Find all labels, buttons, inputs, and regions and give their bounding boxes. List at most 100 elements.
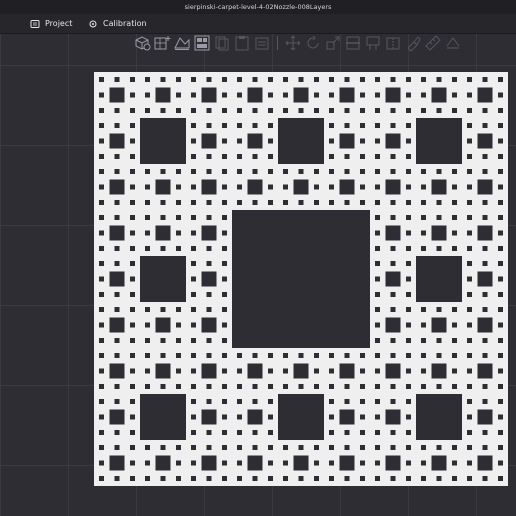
toolbar-divider [277, 36, 278, 50]
carpet-hole [344, 353, 350, 359]
carpet-hole [221, 414, 227, 420]
measure-button[interactable] [424, 34, 442, 52]
carpet-hole [421, 199, 427, 205]
carpet-hole [206, 169, 212, 175]
carpet-hole [390, 123, 396, 129]
carpet-hole [405, 245, 411, 251]
carpet-hole [359, 475, 365, 481]
carpet-hole [145, 199, 151, 205]
carpet-hole [191, 92, 197, 98]
carpet-hole [421, 245, 427, 251]
tab-project[interactable]: Project [30, 14, 72, 33]
move-button[interactable] [284, 34, 302, 52]
carpet-hole [221, 77, 227, 83]
carpet-hole [497, 307, 503, 313]
carpet-hole [329, 445, 335, 451]
carpet-hole [221, 92, 227, 98]
carpet-hole [237, 92, 243, 98]
carpet-hole [329, 153, 335, 159]
carpet-hole [114, 399, 120, 405]
carpet-hole [405, 445, 411, 451]
carpet-hole [329, 123, 335, 129]
delete-icon [255, 37, 269, 50]
carpet-hole [497, 445, 503, 451]
carpet-hole [390, 199, 396, 205]
carpet-hole [145, 307, 151, 313]
carpet-hole [421, 184, 427, 190]
scale-button[interactable] [324, 34, 342, 52]
window-titlebar: sierpinski-carpet-level-4-02Nozzle-008La… [0, 0, 516, 15]
carpet-hole [267, 414, 273, 420]
arrange-button[interactable] [193, 34, 211, 52]
tab-calibration[interactable]: Calibration [88, 14, 147, 33]
carpet-hole [114, 245, 120, 251]
carpet-hole [405, 77, 411, 83]
add-plate-button[interactable] [153, 34, 171, 52]
color-paint-button[interactable] [404, 34, 422, 52]
carpet-hole [451, 215, 457, 221]
carpet-hole [247, 409, 263, 425]
carpet-hole [221, 322, 227, 328]
carpet-hole [390, 291, 396, 297]
paste-button[interactable] [233, 34, 251, 52]
carpet-hole [421, 230, 427, 236]
carpet-hole [237, 123, 243, 129]
carpet-hole [344, 399, 350, 405]
carpet-hole [482, 337, 488, 343]
delete-button[interactable] [253, 34, 271, 52]
carpet-hole [267, 138, 273, 144]
seam-paint-button[interactable] [384, 34, 402, 52]
carpet-hole [405, 291, 411, 297]
assembly-button[interactable] [444, 34, 462, 52]
carpet-hole [160, 169, 166, 175]
carpet-hole [385, 133, 401, 149]
carpet-hole [421, 383, 427, 389]
carpet-hole [390, 399, 396, 405]
carpet-hole [329, 414, 335, 420]
support-paint-button[interactable] [364, 34, 382, 52]
carpet-hole [375, 383, 381, 389]
carpet-hole [497, 322, 503, 328]
carpet-hole [421, 460, 427, 466]
carpet-hole [375, 77, 381, 83]
add-object-button[interactable] [133, 34, 151, 52]
carpet-hole [129, 245, 135, 251]
carpet-hole [129, 92, 135, 98]
carpet-hole [191, 169, 197, 175]
carpet-hole [497, 414, 503, 420]
carpet-hole [359, 383, 365, 389]
carpet-hole [114, 307, 120, 313]
carpet-hole [405, 276, 411, 282]
cut-button[interactable] [344, 34, 362, 52]
carpet-hole [160, 245, 166, 251]
carpet-hole [385, 409, 401, 425]
carpet-hole [175, 460, 181, 466]
carpet-hole [451, 353, 457, 359]
auto-orient-button[interactable] [173, 34, 191, 52]
carpet-hole [99, 445, 105, 451]
carpet-hole [221, 169, 227, 175]
carpet-hole [160, 383, 166, 389]
carpet-hole [201, 455, 217, 471]
carpet-hole [175, 230, 181, 236]
carpet-hole [375, 123, 381, 129]
carpet-hole [405, 399, 411, 405]
carpet-hole [145, 322, 151, 328]
carpet-hole [339, 87, 355, 103]
carpet-hole [283, 92, 289, 98]
rotate-button[interactable] [304, 34, 322, 52]
carpet-hole [237, 77, 243, 83]
carpet-hole [145, 460, 151, 466]
carpet-hole [237, 460, 243, 466]
carpet-hole [390, 353, 396, 359]
carpet-hole [160, 445, 166, 451]
carpet-hole [375, 92, 381, 98]
carpet-hole [339, 455, 355, 471]
carpet-hole [375, 107, 381, 113]
carpet-hole [99, 475, 105, 481]
carpet-hole [375, 460, 381, 466]
copy-button[interactable] [213, 34, 231, 52]
carpet-hole [467, 245, 473, 251]
carpet-hole [252, 153, 258, 159]
sierpinski-carpet-model[interactable] [94, 72, 508, 486]
